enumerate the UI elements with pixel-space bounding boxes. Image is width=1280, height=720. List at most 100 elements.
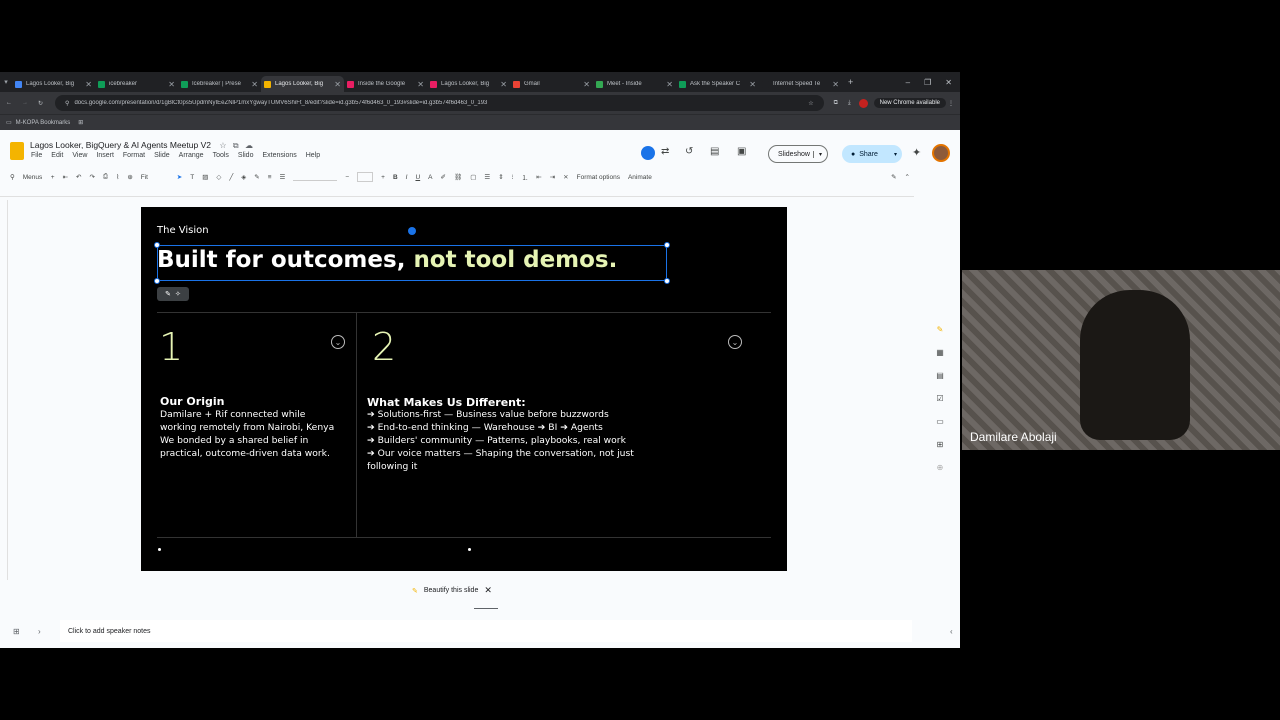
browser-tab[interactable]: Inside the Google ✕: [344, 76, 427, 92]
resize-handle[interactable]: [154, 242, 160, 248]
gemini-icon[interactable]: ✦: [912, 146, 921, 159]
tab-close-icon[interactable]: ✕: [500, 80, 507, 89]
browser-tab[interactable]: Internet Speed Te ✕: [759, 76, 842, 92]
profile-avatar[interactable]: [858, 98, 868, 108]
font-size-decrease-icon[interactable]: −: [345, 174, 349, 181]
bold-icon[interactable]: B: [393, 174, 398, 181]
column-1-body[interactable]: Damilare + Rif connected while working r…: [160, 409, 334, 461]
column-2-heading[interactable]: What Makes Us Different:: [367, 396, 526, 409]
menu-file[interactable]: File: [31, 152, 42, 159]
search-menus-field[interactable]: Menus: [23, 174, 43, 181]
comment-icon[interactable]: ▢: [470, 173, 476, 181]
new-slide-icon[interactable]: +: [51, 174, 55, 181]
text-box-icon[interactable]: T: [190, 174, 194, 181]
menu-slido[interactable]: Slido: [238, 152, 254, 159]
site-info-icon[interactable]: ⚲: [65, 100, 69, 107]
chrome-update-button[interactable]: New Chrome available: [873, 98, 946, 108]
bookmark-star-icon[interactable]: ☆: [808, 100, 813, 107]
keep-icon[interactable]: ▤: [936, 371, 944, 380]
font-size-input[interactable]: [357, 172, 374, 182]
increase-indent-icon[interactable]: ⇥: [550, 173, 555, 181]
tab-close-icon[interactable]: ✕: [417, 80, 424, 89]
border-weight-icon[interactable]: ≡: [268, 174, 272, 181]
text-color-icon[interactable]: A: [428, 174, 432, 181]
tab-close-icon[interactable]: ✕: [749, 80, 756, 89]
filmstrip-toggle-icon[interactable]: ›: [38, 627, 41, 636]
share-button[interactable]: ● Share ▾: [842, 145, 902, 163]
tab-close-icon[interactable]: ✕: [85, 80, 92, 89]
resize-handle[interactable]: [664, 278, 670, 284]
slides-logo-icon[interactable]: [10, 142, 24, 160]
highlight-icon[interactable]: ✐: [441, 173, 446, 181]
resize-handle[interactable]: [154, 278, 160, 284]
font-select[interactable]: [293, 173, 338, 181]
meet-present-icon[interactable]: ⇄: [661, 146, 669, 157]
chevron-down-icon[interactable]: ⌄: [728, 335, 742, 349]
collapse-notes-icon[interactable]: ‹: [950, 627, 953, 636]
menu-arrange[interactable]: Arrange: [179, 152, 204, 159]
chrome-menu-icon[interactable]: ⋮: [948, 100, 954, 107]
line-icon[interactable]: ╱: [229, 173, 233, 181]
search-menus-icon[interactable]: ⚲: [10, 173, 15, 181]
tab-close-icon[interactable]: ✕: [251, 80, 258, 89]
slideshow-dropdown-icon[interactable]: ▾: [812, 150, 827, 158]
new-slide-dropdown-icon[interactable]: ⇤: [63, 173, 68, 181]
tab-close-icon[interactable]: ✕: [583, 80, 590, 89]
font-size-increase-icon[interactable]: +: [381, 174, 385, 181]
browser-tab[interactable]: Lagos Looker, Big ✕: [427, 76, 510, 92]
menu-tools[interactable]: Tools: [213, 152, 229, 159]
image-icon[interactable]: ▨: [202, 173, 208, 181]
url-input[interactable]: ⚲ docs.google.com/presentation/d/1gBlCt0…: [55, 95, 824, 111]
add-ons-icon[interactable]: ⊞: [937, 440, 944, 449]
minimize-icon[interactable]: –: [906, 78, 910, 87]
resize-handle[interactable]: [664, 242, 670, 248]
browser-tab[interactable]: Meet - Inside ✕: [593, 76, 676, 92]
forward-icon[interactable]: →: [22, 100, 28, 106]
column-1-number[interactable]: 1: [159, 325, 183, 369]
download-icon[interactable]: ⤓: [848, 100, 851, 107]
tab-close-icon[interactable]: ✕: [334, 80, 341, 89]
share-dropdown-icon[interactable]: ▾: [894, 151, 902, 158]
reload-icon[interactable]: ↻: [38, 100, 43, 107]
underline-icon[interactable]: U: [415, 174, 420, 181]
italic-icon[interactable]: I: [406, 174, 408, 181]
clear-formatting-icon[interactable]: ⨯: [563, 173, 568, 181]
account-avatar[interactable]: [932, 144, 950, 162]
decrease-indent-icon[interactable]: ⇤: [536, 173, 541, 181]
menu-edit[interactable]: Edit: [51, 152, 63, 159]
paint-format-icon[interactable]: ⌇: [116, 173, 119, 181]
undo-icon[interactable]: ↶: [76, 173, 81, 181]
select-tool-icon[interactable]: ➤: [177, 173, 182, 181]
grid-view-icon[interactable]: ⊞: [13, 627, 20, 636]
gemini-side-icon[interactable]: ✎: [937, 325, 944, 334]
browser-tab[interactable]: Ask the Speaker C ✕: [676, 76, 759, 92]
slide-eyebrow[interactable]: The Vision: [157, 225, 209, 236]
text-selection-box[interactable]: [154, 242, 670, 284]
border-color-icon[interactable]: ✎: [254, 173, 259, 181]
slide-canvas[interactable]: The Vision Built for outcomes, not tool …: [141, 207, 787, 571]
redo-icon[interactable]: ↷: [89, 173, 94, 181]
back-icon[interactable]: ←: [6, 100, 12, 106]
column-1-heading[interactable]: Our Origin: [160, 395, 224, 408]
menu-format[interactable]: Format: [123, 152, 145, 159]
menu-insert[interactable]: Insert: [96, 152, 114, 159]
notes-drag-handle[interactable]: [474, 608, 498, 609]
chevron-down-icon[interactable]: ⌄: [331, 335, 345, 349]
column-2-body[interactable]: ➔ Solutions-first — Business value befor…: [367, 409, 634, 474]
animate-button[interactable]: Animate: [628, 174, 652, 181]
version-history-icon[interactable]: ↺: [685, 146, 693, 157]
menu-extensions[interactable]: Extensions: [262, 152, 296, 159]
border-dash-icon[interactable]: ☰: [280, 173, 286, 181]
close-icon[interactable]: ✕: [484, 585, 492, 596]
menu-view[interactable]: View: [72, 152, 87, 159]
zoom-select[interactable]: Fit: [141, 174, 169, 181]
sparkle-icon[interactable]: ✧: [175, 290, 181, 298]
tab-close-icon[interactable]: ✕: [168, 80, 175, 89]
contacts-icon[interactable]: ▭: [936, 417, 944, 426]
new-tab-icon[interactable]: +: [848, 77, 853, 87]
browser-tab[interactable]: Lagos Looker, Big ✕: [261, 76, 344, 92]
rotate-handle[interactable]: [408, 227, 416, 235]
link-icon[interactable]: ⛓: [454, 173, 462, 181]
format-options-button[interactable]: Format options: [577, 174, 620, 181]
menu-slide[interactable]: Slide: [154, 152, 170, 159]
